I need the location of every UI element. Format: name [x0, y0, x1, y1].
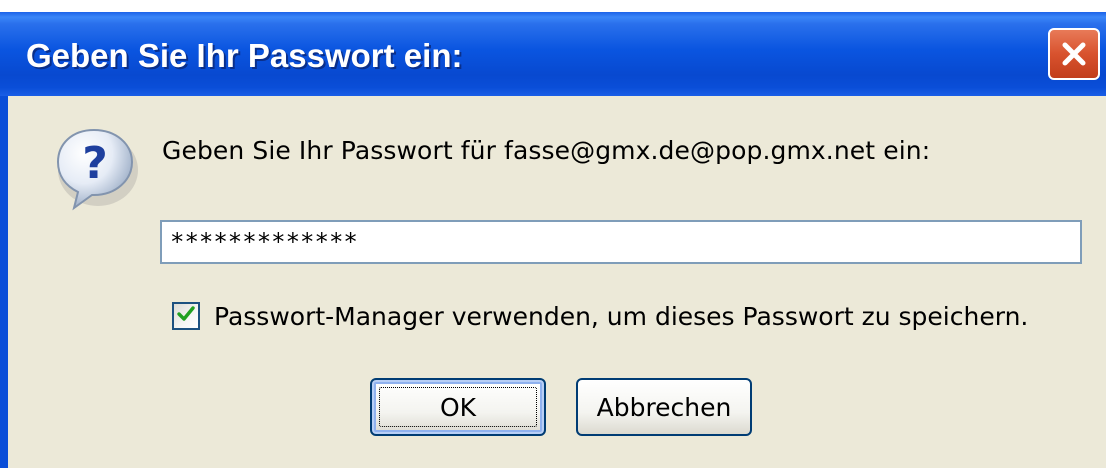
cancel-button-label: Abbrechen — [596, 392, 732, 422]
cancel-button[interactable]: Abbrechen — [576, 378, 752, 436]
dialog-body: ? Geben Sie Ihr Passwort für fasse@gmx.d… — [0, 96, 1106, 468]
close-button[interactable] — [1048, 28, 1100, 80]
save-password-checkbox[interactable] — [172, 302, 200, 330]
password-dialog: Geben Sie Ihr Passwort ein: ? Geben Sie … — [0, 0, 1106, 468]
svg-text:?: ? — [82, 138, 108, 189]
password-field[interactable] — [160, 220, 1082, 264]
prompt-text: Geben Sie Ihr Passwort für fasse@gmx.de@… — [162, 136, 931, 165]
ok-button[interactable]: OK — [370, 378, 546, 436]
focus-ring — [379, 387, 537, 427]
title-bar[interactable]: Geben Sie Ihr Passwort ein: — [0, 12, 1106, 96]
question-icon: ? — [52, 122, 140, 214]
checkmark-icon — [176, 304, 196, 328]
save-password-option[interactable]: Passwort-Manager verwenden, um dieses Pa… — [172, 296, 1028, 336]
save-password-label: Passwort-Manager verwenden, um dieses Pa… — [214, 301, 1029, 331]
close-icon — [1059, 39, 1089, 69]
dialog-title: Geben Sie Ihr Passwort ein: — [26, 37, 463, 74]
